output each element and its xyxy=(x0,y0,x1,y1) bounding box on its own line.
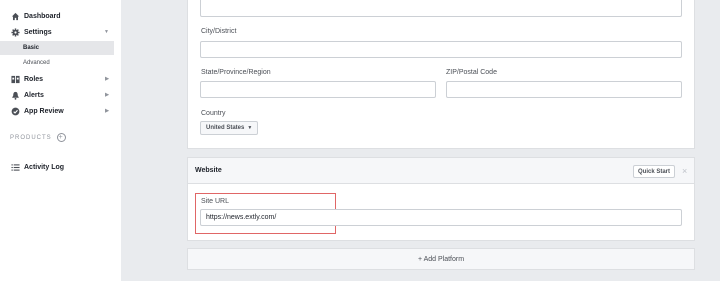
website-title: Website xyxy=(195,167,222,174)
home-icon xyxy=(10,11,20,21)
sidebar-item-label: Basic xyxy=(23,45,40,51)
sidebar-item-activity-log[interactable]: Activity Log xyxy=(0,159,121,175)
chevron-down-icon: ▼ xyxy=(247,125,253,131)
sidebar-item-label: Alerts xyxy=(24,91,44,99)
website-header: Website Quick Start × xyxy=(188,158,694,184)
sidebar-item-dashboard[interactable]: Dashboard xyxy=(0,8,121,24)
sidebar-subitem-advanced[interactable]: Advanced xyxy=(0,56,114,70)
city-label: City/District xyxy=(201,28,237,35)
sidebar-subitem-basic[interactable]: Basic xyxy=(0,41,114,55)
sidebar-item-roles[interactable]: Roles ▶ xyxy=(0,71,121,87)
address-field[interactable] xyxy=(200,0,682,17)
add-product-icon[interactable]: + xyxy=(56,133,66,142)
chevron-right-icon: ▶ xyxy=(105,92,109,98)
country-select[interactable]: United States ▼ xyxy=(200,121,259,135)
sidebar-item-label: Settings xyxy=(24,28,52,36)
site-url-value: https://news.extly.com/ xyxy=(206,214,277,221)
sidebar-item-label: Advanced xyxy=(23,60,50,66)
roles-icon xyxy=(10,74,20,84)
zip-label: ZIP/Postal Code xyxy=(446,69,497,76)
address-card: City/District State/Province/Region ZIP/… xyxy=(187,0,695,149)
sidebar-item-label: Roles xyxy=(24,75,44,83)
state-label: State/Province/Region xyxy=(201,69,271,76)
gear-icon xyxy=(10,27,20,37)
zip-field[interactable] xyxy=(446,81,682,98)
sidebar-item-app-review[interactable]: App Review ▶ xyxy=(0,103,121,119)
sidebar: Dashboard Settings ▼ Basic Advanced Role… xyxy=(0,0,121,281)
website-card: Website Quick Start × Site URL https://n… xyxy=(187,157,695,241)
site-url-label: Site URL xyxy=(201,198,230,205)
list-icon xyxy=(10,162,20,172)
sidebar-item-label: Dashboard xyxy=(24,12,61,20)
products-header: PRODUCTS + xyxy=(10,133,66,142)
sidebar-item-label: Activity Log xyxy=(24,163,65,171)
chevron-right-icon: ▶ xyxy=(105,76,109,82)
chevron-right-icon: ▶ xyxy=(105,108,109,114)
quick-start-button[interactable]: Quick Start xyxy=(633,165,676,178)
site-url-field[interactable]: https://news.extly.com/ xyxy=(200,209,682,226)
add-platform-label: + Add Platform xyxy=(417,255,465,263)
close-icon[interactable]: × xyxy=(682,165,687,177)
bell-icon xyxy=(10,90,20,100)
chevron-down-icon: ▼ xyxy=(104,29,109,35)
sidebar-item-alerts[interactable]: Alerts ▶ xyxy=(0,87,121,103)
sidebar-item-settings[interactable]: Settings ▼ xyxy=(0,24,121,40)
state-field[interactable] xyxy=(200,81,436,98)
city-field[interactable] xyxy=(200,41,682,58)
products-label: PRODUCTS xyxy=(10,134,52,141)
add-platform-button[interactable]: + Add Platform xyxy=(187,248,695,270)
check-shield-icon xyxy=(10,106,20,116)
sidebar-item-label: App Review xyxy=(24,107,64,115)
country-label: Country xyxy=(201,110,226,117)
country-value: United States xyxy=(206,125,245,131)
